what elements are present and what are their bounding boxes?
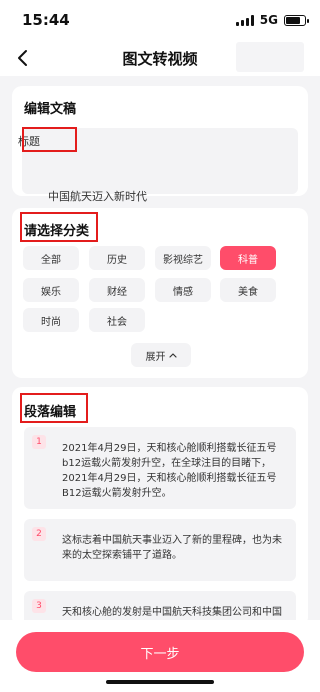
highlight-box-title [22,127,77,152]
category-chip[interactable]: 娱乐 [23,278,79,302]
paragraph-number: 3 [32,599,46,613]
battery-level [286,16,301,24]
editor-content[interactable]: 中国航天迈入新时代 [48,188,147,204]
category-chip[interactable]: 影视综艺 [155,246,211,270]
category-chip[interactable]: 全部 [23,246,79,270]
nav-bar: 图文转视频 [0,40,320,76]
highlight-box-category [20,212,98,242]
paragraph-number: 2 [32,527,46,541]
paragraph-number: 1 [32,435,46,449]
chevron-up-icon [168,353,177,358]
battery-icon [284,14,309,26]
paragraph-card: 段落编辑 1 2021年4月29日，天和核心舱顺利搭载长征五号b12运载火箭发射… [12,387,308,627]
home-indicator [106,680,214,684]
status-time: 15:44 [22,11,70,29]
category-chip[interactable]: 情感 [155,278,211,302]
paragraph-item-2[interactable]: 2 这标志着中国航天事业迈入了新的里程碑，也为未来的太空探索铺平了道路。 [24,519,296,581]
signal-icon [235,14,254,26]
bottom-bar: 下一步 [0,620,320,692]
expand-label: 展开 [145,351,166,363]
category-chip[interactable]: 社会 [89,308,145,332]
expand-button[interactable]: 展开 [131,343,191,367]
category-chip[interactable]: 时尚 [23,308,79,332]
network-label: 5G [259,13,278,27]
highlight-box-paragraph [20,393,88,423]
category-chip[interactable]: 历史 [89,246,145,270]
paragraph-text[interactable]: 天和核心舱的发射是中国航天科技集团公司和中国 [62,605,286,620]
nav-right-placeholder [236,42,304,72]
status-bar: 15:44 5G [0,0,320,40]
paragraph-text[interactable]: 这标志着中国航天事业迈入了新的里程碑，也为未来的太空探索铺平了道路。 [62,533,286,563]
category-chip[interactable]: 财经 [89,278,145,302]
status-icons: 5G [235,13,309,27]
paragraph-text[interactable]: 2021年4月29日，天和核心舱顺利搭载长征五号b12运载火箭发射升空，在全球注… [62,441,286,501]
section-title-editor: 编辑文稿 [24,102,77,117]
category-chip[interactable]: 美食 [220,278,276,302]
category-chip[interactable]: 科普 [220,246,276,270]
paragraph-item-1[interactable]: 1 2021年4月29日，天和核心舱顺利搭载长征五号b12运载火箭发射升空，在全… [24,427,296,509]
next-button[interactable]: 下一步 [16,632,304,672]
